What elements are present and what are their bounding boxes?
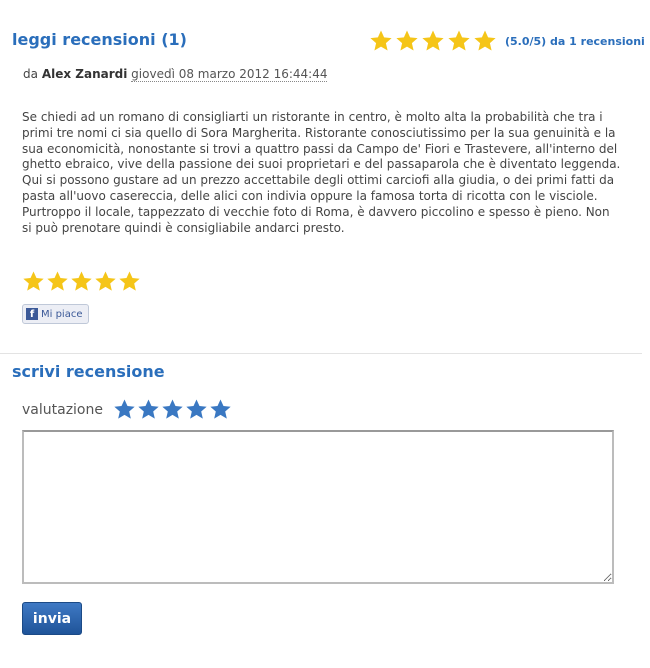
star-icon[interactable] (161, 398, 184, 421)
author-prefix: da (23, 67, 38, 81)
review-author: Alex Zanardi (41, 67, 128, 81)
submit-button[interactable]: invia (22, 602, 82, 635)
star-icon (395, 29, 419, 53)
star-icon (473, 29, 497, 53)
star-icon (447, 29, 471, 53)
facebook-like-button[interactable]: f Mi piace (22, 304, 89, 324)
rating-label: valutazione (22, 401, 103, 418)
read-reviews-title: leggi recensioni (1) (12, 30, 187, 49)
rating-input-row: valutazione (22, 398, 232, 421)
star-icon[interactable] (185, 398, 208, 421)
rating-summary-text: (5.0/5) da 1 recensioni (505, 34, 645, 48)
star-icon (369, 29, 393, 53)
star-icon (22, 270, 45, 293)
review-text: Se chiedi ad un romano di consigliarti u… (22, 110, 621, 235)
star-icon (94, 270, 117, 293)
star-icon[interactable] (137, 398, 160, 421)
rating-stars-input (113, 398, 232, 421)
rating-summary: (5.0/5) da 1 recensioni (369, 29, 645, 53)
write-review-title: scrivi recensione (12, 362, 165, 381)
star-icon (118, 270, 141, 293)
facebook-icon: f (26, 308, 38, 320)
section-divider (0, 353, 642, 354)
summary-stars (369, 29, 498, 53)
review-textarea[interactable] (22, 430, 614, 584)
like-label: Mi piace (41, 308, 83, 320)
star-icon (421, 29, 445, 53)
review-stars (22, 270, 141, 293)
review-date: giovedì 08 marzo 2012 16:44:44 (131, 67, 328, 82)
star-icon[interactable] (209, 398, 232, 421)
star-icon (46, 270, 69, 293)
review-meta: da Alex Zanardi giovedì 08 marzo 2012 16… (23, 67, 328, 82)
star-icon[interactable] (113, 398, 136, 421)
star-icon (70, 270, 93, 293)
